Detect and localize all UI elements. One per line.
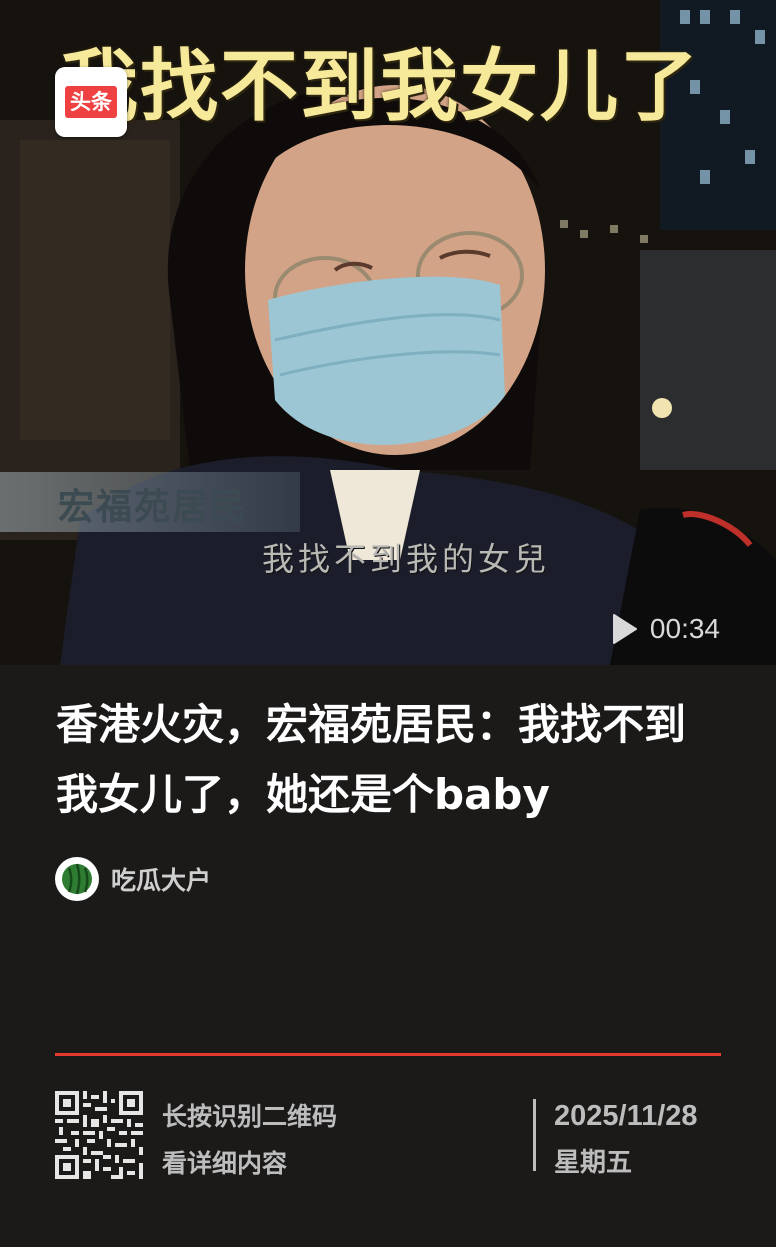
author-name[interactable]: 吃瓜大户 (111, 861, 211, 897)
video-duration[interactable]: 00:34 (612, 611, 720, 647)
lower-third-label: 宏福苑居民 (58, 487, 249, 528)
toutiao-logo-badge: 头条 (55, 67, 127, 137)
date-block: 2025/11/28 星期五 (554, 1093, 698, 1187)
news-lower-third: 宏福苑居民 (0, 472, 300, 532)
article-share-card: 我找不到我女儿了 头条 宏福苑居民 我找不到我的女兒 00:34 香港火灾，宏福… (0, 0, 776, 1247)
date-text: 2025/11/28 (554, 1100, 698, 1132)
play-icon[interactable] (612, 613, 638, 645)
qr-code[interactable] (55, 1091, 143, 1179)
author-row[interactable]: 吃瓜大户 (55, 857, 211, 901)
toutiao-logo-text: 头条 (65, 86, 117, 118)
watermelon-avatar-icon[interactable] (55, 857, 99, 901)
video-subtitle: 我找不到我的女兒 (262, 540, 551, 578)
article-title[interactable]: 香港火灾，宏福苑居民：我找不到我女儿了，她还是个baby (56, 690, 726, 830)
footer-vertical-divider (533, 1099, 536, 1171)
footer-divider (55, 1053, 721, 1056)
duration-text: 00:34 (649, 613, 720, 644)
qr-instructions: 长按识别二维码 看详细内容 (162, 1093, 337, 1187)
qr-instruction-line-1: 长按识别二维码 (162, 1102, 338, 1131)
video-thumbnail[interactable]: 我找不到我女儿了 头条 宏福苑居民 我找不到我的女兒 00:34 (0, 0, 776, 665)
weekday-text: 星期五 (554, 1148, 633, 1178)
video-caption-overlay: 我找不到我女儿了 (60, 42, 701, 132)
watermelon-icon (62, 863, 92, 895)
qr-instruction-line-2: 看详细内容 (162, 1149, 288, 1178)
